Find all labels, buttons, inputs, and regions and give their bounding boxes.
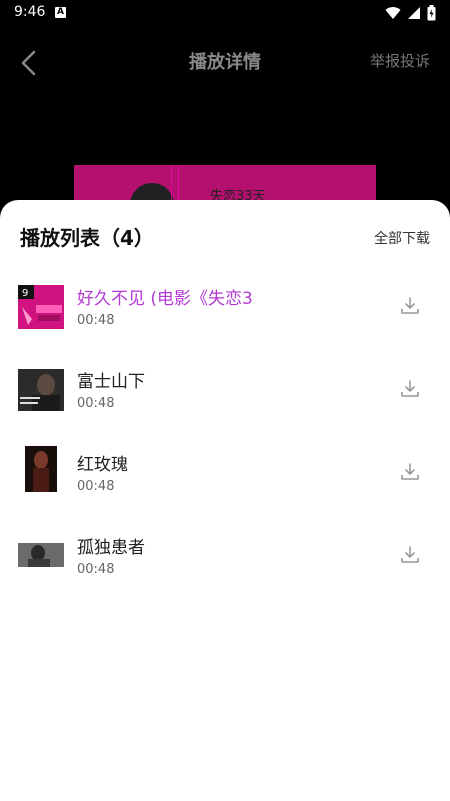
notification-a-icon: A	[55, 7, 66, 18]
song-duration: 00:48	[77, 396, 115, 411]
album-art-icon	[18, 369, 64, 411]
wifi-icon	[385, 7, 401, 20]
song-row[interactable]: 富士山下 00:48	[0, 353, 450, 436]
thumb-label: 9	[22, 288, 28, 299]
song-duration: 00:48	[77, 479, 115, 494]
download-icon[interactable]	[400, 296, 420, 316]
top-bar: 播放详情 举报投诉	[0, 36, 450, 86]
download-all-button[interactable]: 全部下载	[374, 228, 430, 248]
album-art-icon	[25, 446, 57, 492]
playlist-sheet: 播放列表（4） 全部下载 9 好久不见 (电影《失恋3 00:48 富士山下 0…	[0, 200, 450, 801]
battery-icon	[427, 5, 436, 21]
status-icons	[385, 5, 436, 21]
playlist-header: 播放列表（4） 全部下载	[0, 200, 450, 272]
song-row[interactable]: 9 好久不见 (电影《失恋3 00:48	[0, 270, 450, 353]
download-icon[interactable]	[400, 379, 420, 399]
report-button[interactable]: 举报投诉	[370, 50, 430, 71]
status-time: 9:46	[14, 4, 46, 20]
song-duration: 00:48	[77, 313, 115, 328]
song-thumbnail	[25, 446, 57, 492]
song-title: 孤独患者	[77, 538, 145, 558]
song-row[interactable]: 孤独患者 00:48	[0, 519, 450, 602]
status-bar: 9:46 A	[0, 0, 450, 26]
song-title: 富士山下	[77, 372, 145, 392]
album-art-icon: 9	[18, 285, 64, 329]
song-row[interactable]: 红玫瑰 00:48	[0, 436, 450, 519]
song-title: 红玫瑰	[77, 455, 128, 475]
song-list: 9 好久不见 (电影《失恋3 00:48 富士山下 00:48 红玫瑰 00:4…	[0, 270, 450, 602]
download-icon[interactable]	[400, 462, 420, 482]
song-thumbnail	[18, 543, 64, 567]
song-title: 好久不见 (电影《失恋3	[77, 289, 253, 309]
download-icon[interactable]	[400, 545, 420, 565]
song-thumbnail	[18, 369, 64, 411]
playlist-title: 播放列表（4）	[20, 226, 154, 250]
song-duration: 00:48	[77, 562, 115, 577]
album-art-icon	[18, 543, 64, 567]
song-thumbnail: 9	[18, 285, 64, 329]
cell-signal-icon	[408, 7, 420, 19]
